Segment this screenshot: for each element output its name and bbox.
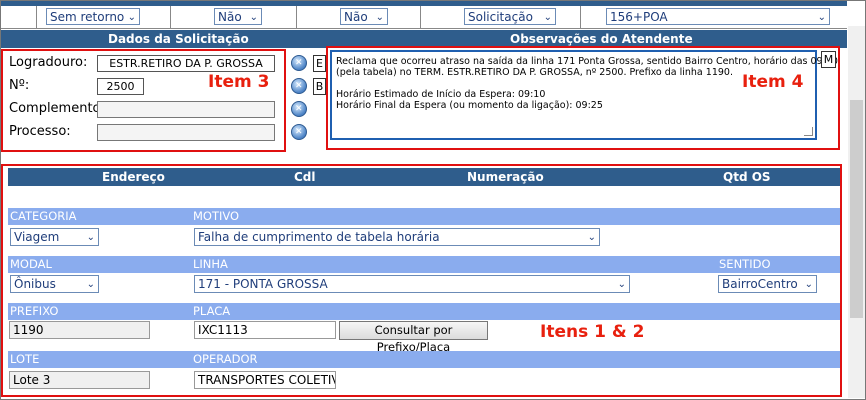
top-row-divider: [296, 6, 297, 28]
top-row-divider: [420, 6, 421, 28]
top-row-divider: [36, 6, 37, 28]
clear-complemento-icon[interactable]: [291, 101, 307, 117]
side-box-b[interactable]: B: [313, 78, 326, 95]
top-row-divider: [170, 6, 171, 28]
clear-logradouro-icon[interactable]: [291, 55, 307, 71]
chevron-down-icon: ⌄: [375, 12, 384, 23]
chevron-down-icon: ⌄: [249, 12, 258, 23]
header-dados-solicitacao: Dados da Solicitação: [108, 32, 249, 46]
clear-numero-icon[interactable]: [291, 78, 307, 94]
chevron-down-icon: ⌄: [543, 12, 552, 23]
scrollbar-thumb[interactable]: [850, 100, 863, 318]
annotation-box-item3: [1, 49, 286, 152]
side-box-e[interactable]: E: [313, 55, 326, 72]
annotation-box-item4: [326, 46, 840, 150]
chevron-down-icon: ⌄: [817, 12, 826, 23]
channel-select[interactable]: 156+POA ⌄: [606, 8, 830, 25]
type-select[interactable]: Solicitação ⌄: [464, 8, 556, 25]
top-row-divider: [580, 6, 581, 28]
yes-no-select-1[interactable]: Não ⌄: [214, 8, 262, 25]
annotation-box-itens12: [1, 164, 842, 397]
retorno-select[interactable]: Sem retorno ⌄: [46, 8, 140, 25]
yes-no-select-2[interactable]: Não ⌄: [340, 8, 388, 25]
clear-processo-icon[interactable]: [291, 124, 307, 140]
chevron-down-icon: ⌄: [127, 12, 136, 23]
